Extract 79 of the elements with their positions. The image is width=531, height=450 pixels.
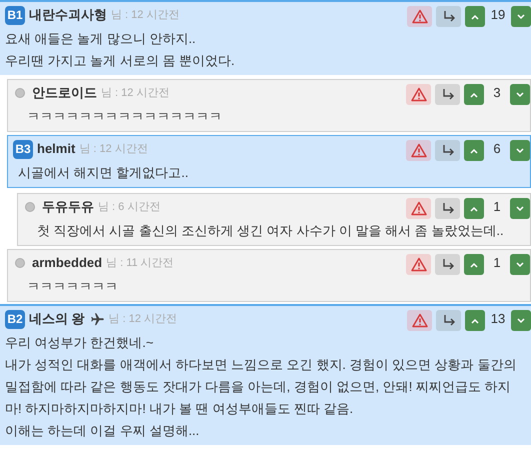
comment-meta: 님 : 11 시간전 (106, 256, 174, 271)
comment-text: 시골에서 해지면 할게없다고.. (18, 164, 190, 182)
chevron-up-icon (469, 204, 479, 212)
reply-arrow-icon (440, 202, 454, 215)
reply-arrow-icon (442, 314, 456, 327)
report-button[interactable] (406, 254, 431, 275)
upvote-button[interactable] (464, 254, 484, 275)
author-name: 네스의 왕 (29, 310, 85, 328)
chevron-up-icon (470, 12, 480, 20)
comment-text: 요새 애들은 놀게 많으니 안하지.. (5, 30, 197, 48)
report-button[interactable] (407, 310, 432, 331)
chevron-up-icon (469, 146, 479, 154)
comment-text: 이해는 하는데 이걸 우찌 설명해... (5, 422, 200, 440)
vote-count: 6 (492, 140, 502, 158)
downvote-button[interactable] (510, 198, 530, 219)
chevron-up-icon (469, 260, 479, 268)
comment-text: 우리땐 가지고 놀게 서로의 몸 뿐이었다. (5, 52, 236, 70)
comment-meta: 님 : 12 시간전 (101, 86, 170, 101)
author-name: 내란수괴사형 (29, 6, 107, 24)
vote-count: 19 (490, 6, 506, 24)
author-name: helmit (37, 140, 76, 158)
chevron-up-icon (470, 316, 480, 324)
vote-count: 3 (492, 84, 502, 102)
reply-arrow-icon (442, 10, 456, 23)
vote-count: 13 (490, 310, 506, 328)
report-button[interactable] (406, 84, 431, 105)
vote-count: 1 (492, 198, 502, 216)
comment-meta: 님 : 6 시간전 (98, 200, 160, 215)
warning-icon (410, 87, 426, 102)
comment-text: 내가 성적인 대화를 애객에서 하다보면 느낌으로 오긴 했지. 경험이 있으면 상황과 둘간의 밀접함에 따라 같은 행동도 잣대가 다름을 아는데, 경험이 없으면, 안돼! 찌찌언급도 하지마! 하지마하지마하지마! 내가 볼 땐 여성부애들도 찐따 같음. (5, 356, 518, 418)
comment-meta: 님 : 12 시간전 (79, 142, 148, 157)
vote-count: 1 (492, 254, 502, 272)
comment-text: 첫 직장에서 시골 출신의 조신하게 생긴 여자 사수가 이 말을 해서 좀 놀랐었는데.. (37, 222, 505, 240)
author-name: armbedded (32, 254, 102, 272)
chevron-down-icon (516, 316, 526, 324)
author-name: 안드로이드 (32, 84, 97, 102)
best-badge: B1 (5, 6, 25, 24)
warning-icon (412, 9, 428, 24)
upvote-button[interactable] (464, 84, 484, 105)
report-button[interactable] (407, 6, 432, 27)
reply-arrow-icon (440, 144, 454, 157)
downvote-button[interactable] (511, 6, 531, 27)
downvote-button[interactable] (510, 254, 530, 275)
upvote-button[interactable] (465, 6, 485, 27)
chevron-down-icon (515, 146, 525, 154)
report-button[interactable] (406, 198, 431, 219)
chevron-down-icon (516, 12, 526, 20)
best-badge: B3 (13, 140, 33, 158)
warning-icon (410, 257, 426, 272)
warning-icon (410, 201, 426, 216)
downvote-button[interactable] (510, 84, 530, 105)
reply-button[interactable] (435, 84, 460, 105)
report-button[interactable] (406, 140, 431, 161)
upvote-button[interactable] (464, 198, 484, 219)
chevron-down-icon (515, 204, 525, 212)
reply-arrow-icon (440, 88, 454, 101)
upvote-button[interactable] (464, 140, 484, 161)
comment-meta: 님 : 12 시간전 (111, 8, 180, 23)
upvote-button[interactable] (465, 310, 485, 331)
warning-icon (410, 143, 426, 158)
downvote-button[interactable] (510, 140, 530, 161)
chevron-up-icon (469, 90, 479, 98)
comment-text: ㅋㅋㅋㅋㅋㅋㅋ (27, 278, 119, 296)
downvote-button[interactable] (511, 310, 531, 331)
chevron-down-icon (515, 90, 525, 98)
comment-text: ㅋㅋㅋㅋㅋㅋㅋㅋㅋㅋㅋㅋㅋㅋㅋ (27, 108, 223, 126)
comment-meta: 님 : 12 시간전 (108, 312, 178, 327)
warning-icon (412, 313, 428, 328)
reply-button[interactable] (436, 310, 461, 331)
author-name: 두유두유 (42, 198, 94, 216)
chevron-down-icon (515, 260, 525, 268)
reply-button[interactable] (435, 254, 460, 275)
reply-button[interactable] (435, 198, 460, 219)
reply-arrow-icon (440, 258, 454, 271)
airplane-icon (90, 312, 105, 326)
reply-button[interactable] (435, 140, 460, 161)
reply-button[interactable] (436, 6, 461, 27)
best-badge: B2 (5, 310, 25, 328)
comment-text: 우리 여성부가 한건했네.~ (5, 334, 154, 352)
